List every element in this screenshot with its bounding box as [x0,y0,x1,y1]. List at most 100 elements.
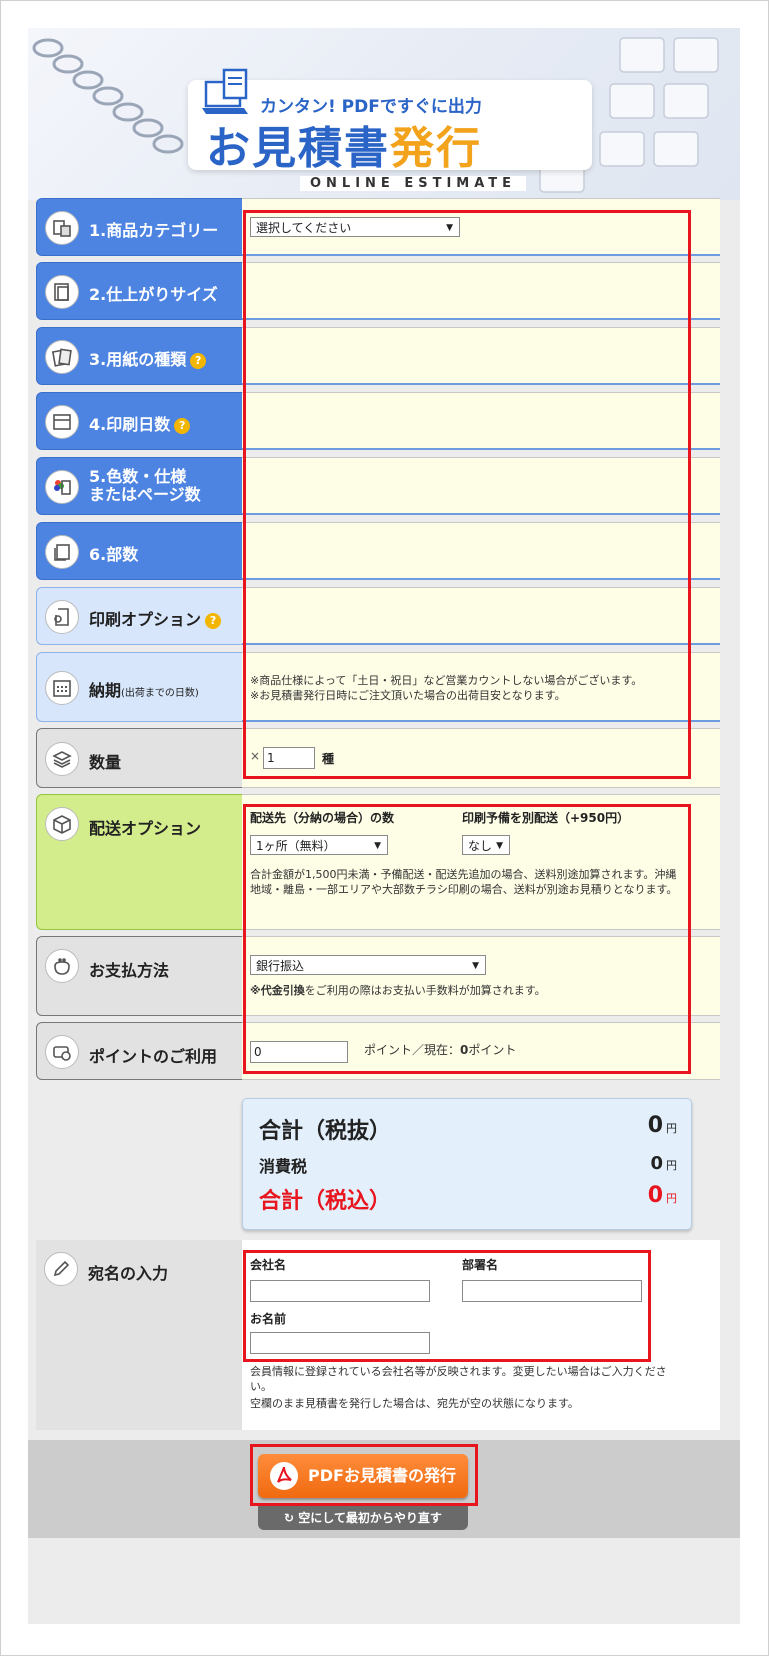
value-cell: ※商品仕様によって「土日・祝日」など営業カウントしない場合がございます。 ※お見… [242,652,720,722]
name-input[interactable] [250,1332,430,1354]
row-copies: 6.部数 [36,522,720,580]
label-cell: 5.色数・仕様 またはページ数 [36,457,244,515]
row-label: 印刷オプション? [89,606,222,630]
row-label: 配送オプション [89,819,202,838]
label-cell: 2.仕上がりサイズ [36,262,244,320]
row-paper: 3.用紙の種類? [36,327,720,385]
name-label: お名前 [250,1312,287,1326]
label-cell: 納期(出荷までの日数) [36,652,244,722]
dropdown-arrow-icon: ▼ [472,961,479,971]
paper-icon [45,340,79,374]
row-shipping: 配送オプション 配送先（分納の場合）の数 印刷予備を別配送（+950円） 1ヶ所… [36,794,720,930]
row-label: ポイントのご利用 [89,1047,218,1066]
label-cell: お支払方法 [36,936,244,1016]
label-cell: 3.用紙の種類? [36,327,244,385]
value-cell: 会社名 部署名 お名前 会員情報に登録されている会社名等が反映されます。変更した… [242,1240,720,1430]
row-label: 4.印刷日数? [89,411,191,435]
size-icon [45,275,79,309]
row-payment: お支払方法 銀行振込 ▼ ※代金引換をご利用の際はお支払い手数料が加算されます。 [36,936,720,1016]
label-cell: 宛名の入力 [36,1240,242,1430]
label-cell: 6.部数 [36,522,244,580]
help-icon[interactable]: ? [190,352,207,369]
row-quantity: 数量 × 1 種 [36,728,720,788]
row-address: 宛名の入力 会社名 部署名 お名前 会員情報に登録されている会社名等が反映されま… [36,1240,720,1430]
reset-button[interactable]: ↻ 空にして最初からやり直す [258,1506,468,1530]
dropdown-arrow-icon: ▼ [446,223,453,233]
label-cell: ポイントのご利用 [36,1022,244,1080]
row-label: 1.商品カテゴリー [89,221,219,240]
company-input[interactable] [250,1280,430,1302]
footer-actions: PDFお見積書の発行 ↻ 空にして最初からやり直す [28,1440,740,1538]
payment-method-select[interactable]: 銀行振込 ▼ [250,955,486,975]
pdf-issue-button[interactable]: PDFお見積書の発行 [258,1454,468,1498]
delivery-note-1: ※商品仕様によって「土日・祝日」など営業カウントしない場合がございます。 [250,674,643,687]
row-label: 3.用紙の種類? [89,346,207,370]
estimate-page: カンタン! PDFですぐに出力 お見積書発行 ONLINE ESTIMATE 1… [28,28,740,1624]
pdf-icon [270,1462,298,1490]
shipping-note: 合計金額が1,500円未満・予備配送・配送先追加の場合、送料別途加算されます。沖… [250,868,678,896]
destination-count-label: 配送先（分納の場合）の数 [250,811,395,825]
row-colors: 5.色数・仕様 またはページ数 [36,457,720,515]
value-cell [242,262,720,320]
logo-title: お見積書発行 [206,123,482,174]
help-icon[interactable]: ? [205,612,222,629]
calendar-icon [45,405,79,439]
row-label: 5.色数・仕様 またはページ数 [89,467,201,504]
destination-count-select[interactable]: 1ヶ所（無料） ▼ [250,835,388,855]
help-icon[interactable]: ? [174,417,191,434]
purse-icon [45,949,79,983]
logo-subtitle: ONLINE ESTIMATE [300,176,527,191]
value-cell [242,457,720,515]
category-select[interactable]: 選択してください ▼ [250,217,460,237]
value-cell: 0 ポイント／現在：0ポイント [242,1022,720,1080]
spare-delivery-select[interactable]: なし ▼ [462,835,510,855]
label-cell: 数量 [36,728,244,788]
department-input[interactable] [462,1280,642,1302]
department-label: 部署名 [462,1258,499,1272]
quantity-prefix: × [250,749,261,763]
value-cell: 銀行振込 ▼ ※代金引換をご利用の際はお支払い手数料が加算されます。 [242,936,720,1016]
points-input[interactable]: 0 [250,1041,348,1063]
tax-value: 0円 [650,1153,677,1174]
label-cell: 印刷オプション? [36,587,244,645]
row-print-days: 4.印刷日数? [36,392,720,450]
value-cell: 選択してください ▼ [242,198,720,256]
row-print-option: 印刷オプション? [36,587,720,645]
point-card-icon [45,1035,79,1069]
delivery-note-2: ※お見積書発行日時にご注文頂いた場合の出荷目安となります。 [250,689,566,702]
total-value: 0円 [647,1183,677,1208]
pencil-icon [44,1252,78,1286]
total-panel: 合計（税抜） 0円 消費税 0円 合計（税込） 0円 [242,1098,692,1230]
row-label: 宛名の入力 [88,1264,169,1283]
row-size: 2.仕上がりサイズ [36,262,720,320]
label-cell: 配送オプション [36,794,244,930]
subtotal-label: 合計（税抜） [259,1119,392,1144]
stack-icon [45,742,79,776]
tax-label: 消費税 [259,1157,308,1176]
value-cell: × 1 種 [242,728,720,788]
points-status: ポイント／現在：0ポイント [364,1043,517,1057]
spare-delivery-label: 印刷予備を別配送（+950円） [462,811,630,825]
row-label: お支払方法 [89,961,170,980]
value-cell [242,327,720,385]
refresh-icon: ↻ [284,1511,299,1525]
quantity-input[interactable]: 1 [263,747,315,769]
laptop-document-icon [202,68,248,114]
value-cell [242,587,720,645]
header-banner: カンタン! PDFですぐに出力 お見積書発行 ONLINE ESTIMATE [28,28,740,200]
row-category: 1.商品カテゴリー 選択してください ▼ [36,198,720,256]
row-label: 6.部数 [89,545,139,564]
row-label: 2.仕上がりサイズ [89,285,218,304]
row-label: 数量 [89,753,122,772]
calendar-grid-icon [45,671,79,705]
quantity-unit: 種 [322,752,335,766]
row-delivery: 納期(出荷までの日数) ※商品仕様によって「土日・祝日」など営業カウントしない場… [36,652,720,722]
color-book-icon [45,470,79,504]
print-option-icon [45,600,79,634]
row-points: ポイントのご利用 0 ポイント／現在：0ポイント [36,1022,720,1080]
company-label: 会社名 [250,1258,287,1272]
address-note-1: 会員情報に登録されている会社名等が反映されます。変更したい場合はご入力ください。 [250,1365,667,1393]
payment-note: ※代金引換をご利用の際はお支払い手数料が加算されます。 [250,984,546,997]
category-icon [45,211,79,245]
value-cell [242,522,720,580]
